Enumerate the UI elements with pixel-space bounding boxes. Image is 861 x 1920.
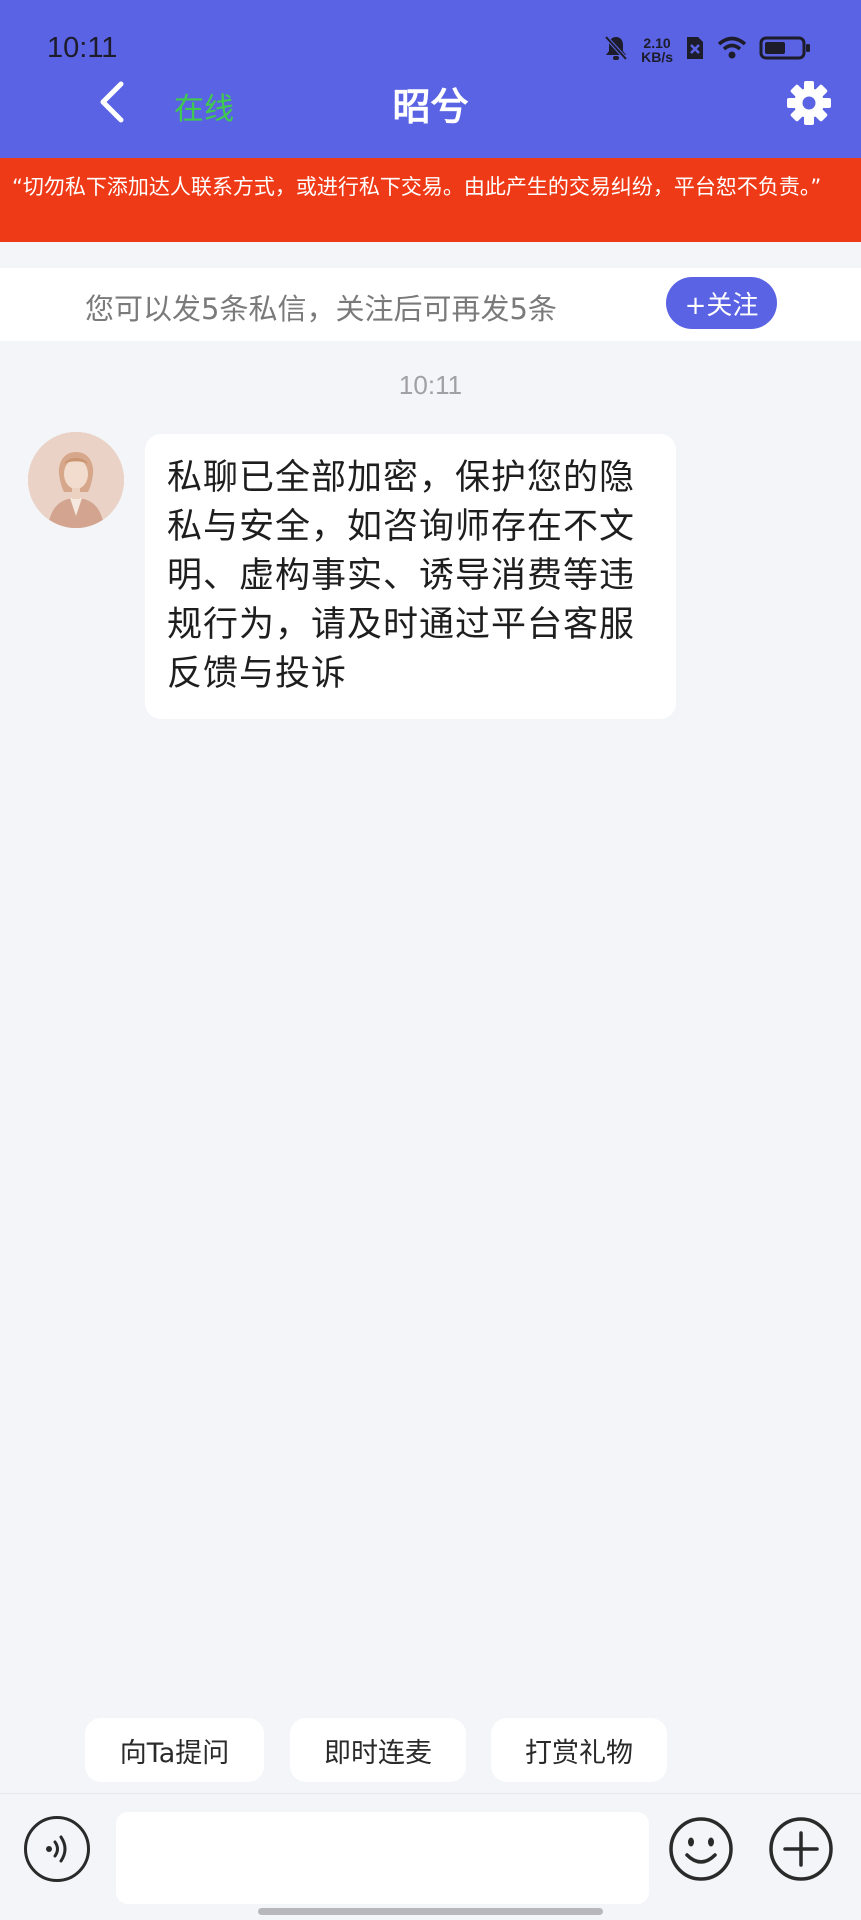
- message-quota-bar: 您可以发5条私信，关注后可再发5条 +关注: [0, 268, 861, 341]
- app-header: 10:11 2.10 KB/s 在线 昭兮: [0, 0, 861, 158]
- voice-call-button[interactable]: 即时连麦: [290, 1718, 466, 1782]
- message-input[interactable]: [116, 1812, 649, 1904]
- emoji-button[interactable]: [666, 1814, 736, 1884]
- wifi-icon: [717, 36, 747, 64]
- battery-icon: [759, 35, 811, 65]
- settings-button[interactable]: [784, 78, 834, 128]
- voice-icon: [46, 1835, 67, 1863]
- smile-icon: [669, 1817, 733, 1881]
- status-icons: 2.10 KB/s: [603, 30, 811, 70]
- warning-banner: “切勿私下添加达人联系方式，或进行私下交易。由此产生的交易纠纷，平台恕不负责。”: [0, 158, 861, 242]
- avatar[interactable]: [28, 432, 124, 528]
- counselor-avatar-image: [28, 432, 124, 528]
- plus-circle-icon: [769, 1817, 833, 1881]
- voice-button[interactable]: [24, 1816, 90, 1882]
- ask-question-button[interactable]: 向Ta提问: [85, 1718, 264, 1782]
- page-title: 昭兮: [392, 85, 469, 129]
- home-indicator[interactable]: [258, 1908, 603, 1915]
- chat-timestamp: 10:11: [398, 370, 463, 400]
- send-gift-button[interactable]: 打赏礼物: [491, 1718, 667, 1782]
- gear-icon: [787, 81, 831, 125]
- net-speed-unit: KB/s: [641, 49, 673, 65]
- net-speed: 2.10 KB/s: [641, 36, 673, 64]
- message-bubble: 私聊已全部加密，保护您的隐私与安全，如咨询师存在不文明、虚构事实、诱导消费等违规…: [145, 434, 676, 719]
- more-button[interactable]: [766, 1814, 836, 1884]
- status-time: 10:11: [47, 32, 118, 64]
- follow-button[interactable]: +关注: [666, 277, 777, 329]
- quota-text: 您可以发5条私信，关注后可再发5条: [85, 292, 557, 326]
- net-speed-value: 2.10: [643, 35, 671, 51]
- quick-actions: 向Ta提问 即时连麦 打赏礼物: [0, 1718, 861, 1782]
- bell-muted-icon: [603, 34, 629, 66]
- sim-x-icon: [685, 35, 705, 65]
- input-bar: [0, 1793, 861, 1920]
